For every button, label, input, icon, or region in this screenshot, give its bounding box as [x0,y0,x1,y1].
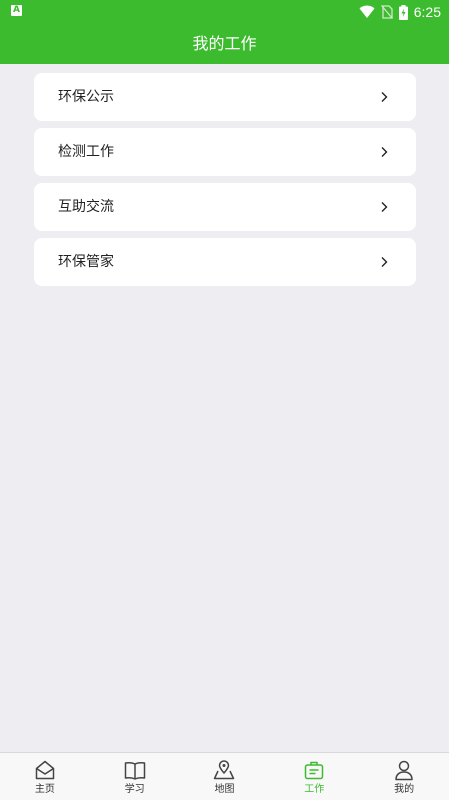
notification-a-icon: A [11,5,22,16]
briefcase-icon [305,761,324,780]
page-title: 我的工作 [192,34,257,53]
menu-item-mutual-exchange[interactable]: 互助交流 [34,183,416,231]
wifi-icon [359,5,375,18]
menu-item-testing-work[interactable]: 检测工作 [34,128,416,176]
home-icon [35,760,55,780]
battery-charging-icon [398,4,408,20]
chevron-right-icon [381,147,388,157]
tab-label: 学习 [124,784,145,795]
tab-map[interactable]: 地图 [180,753,270,800]
tab-study[interactable]: 学习 [90,753,180,800]
app-header: A 6:25 我的工作 [0,0,449,64]
tab-work[interactable]: 工作 [269,753,359,800]
chevron-right-icon [381,257,388,267]
status-time: 6:25 [413,4,441,20]
book-icon [124,761,145,780]
chevron-right-icon [381,202,388,212]
tab-label: 地图 [214,784,235,795]
menu-item-label: 环保管家 [58,254,114,270]
tab-label: 主页 [34,784,55,795]
no-sim-icon [380,5,393,19]
tab-label: 工作 [304,784,325,795]
bottom-tab-bar: 主页 学习 地图 工作 我的 [0,752,449,800]
menu-item-environmental-steward[interactable]: 环保管家 [34,238,416,286]
status-icons: 6:25 [359,2,441,22]
menu-item-label: 互助交流 [58,199,114,215]
tab-label: 我的 [394,784,415,795]
user-icon [395,760,413,781]
tab-home[interactable]: 主页 [0,753,90,800]
status-bar: A 6:25 [0,0,449,24]
menu-item-label: 环保公示 [58,89,114,105]
chevron-right-icon [381,92,388,102]
menu-item-environmental-disclosure[interactable]: 环保公示 [34,73,416,121]
work-menu: 环保公示 检测工作 互助交流 环保管家 [34,73,416,293]
map-icon [214,760,235,780]
menu-item-label: 检测工作 [58,144,114,160]
tab-mine[interactable]: 我的 [359,753,449,800]
